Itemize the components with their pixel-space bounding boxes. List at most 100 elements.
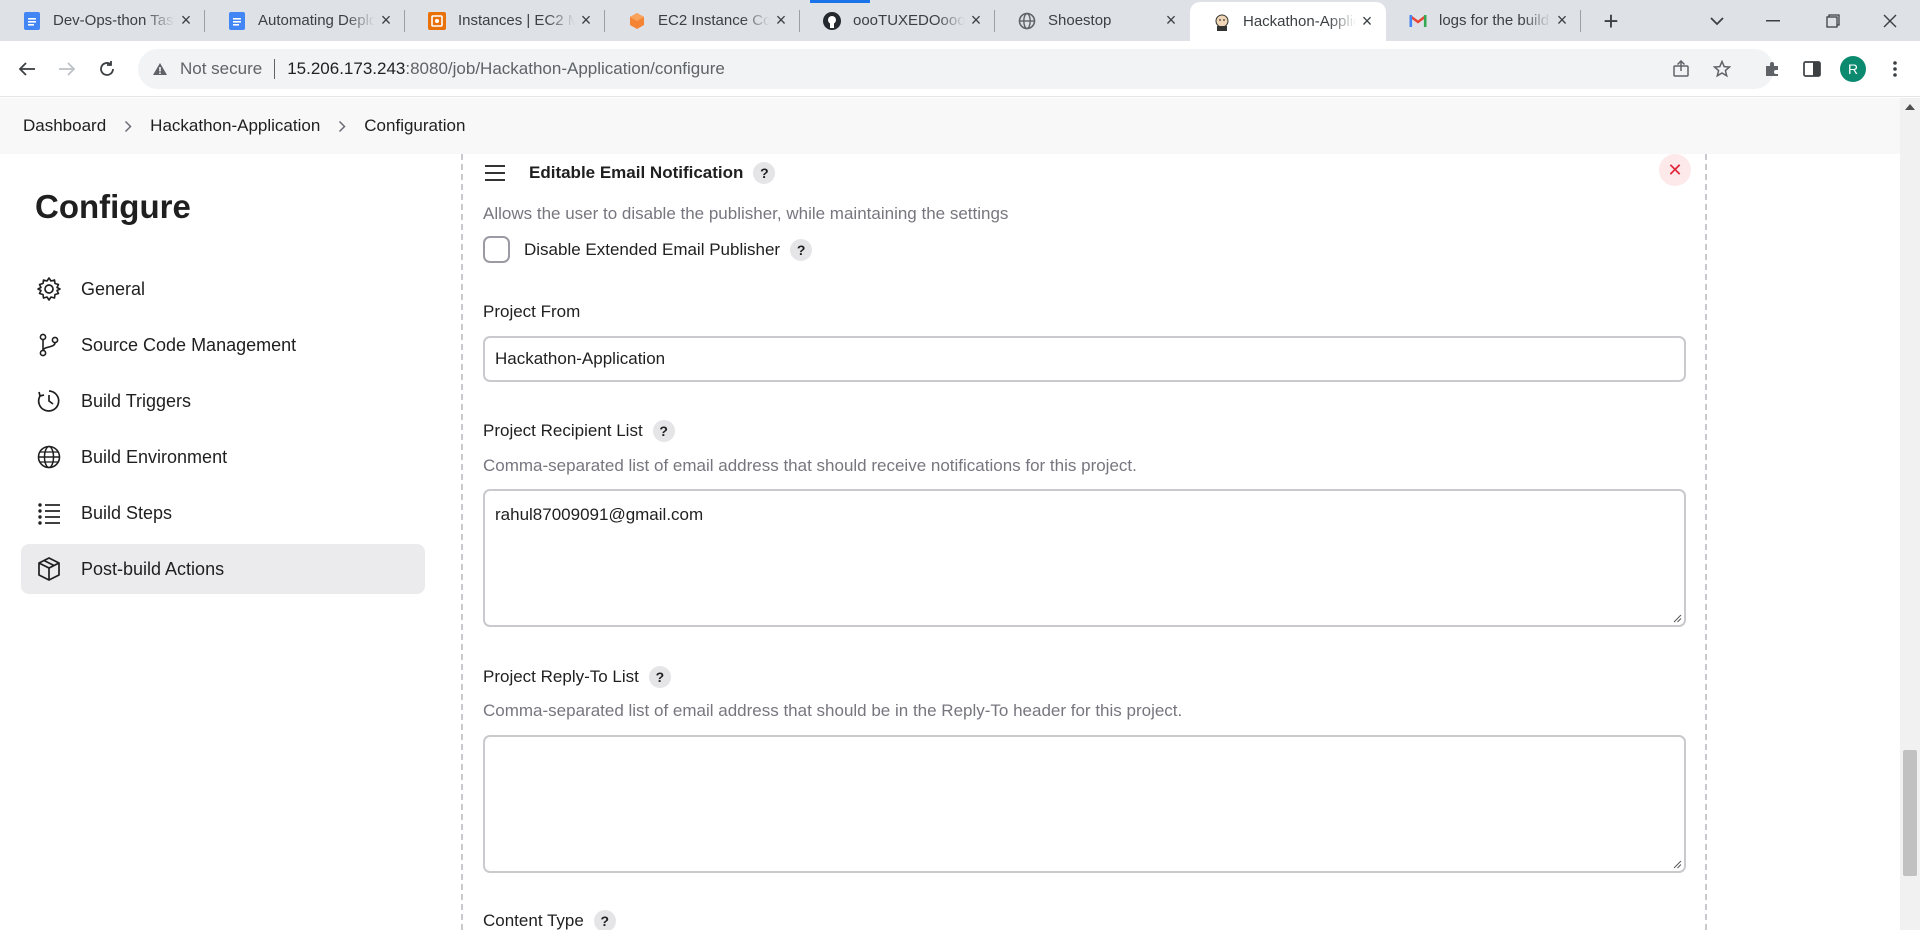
- project-from-input[interactable]: Hackathon-Application: [483, 336, 1686, 382]
- editable-email-notification-section: Editable Email Notification ? ✕ Allows t…: [461, 154, 1707, 930]
- gmail-icon: [1409, 12, 1427, 30]
- sidebar-item-build-steps[interactable]: Build Steps: [21, 488, 425, 538]
- sidebar-item-build-triggers[interactable]: Build Triggers: [21, 376, 425, 426]
- breadcrumb-configuration[interactable]: Configuration: [364, 116, 465, 136]
- globe-icon: [35, 443, 63, 471]
- help-icon[interactable]: ?: [753, 162, 776, 184]
- list-icon: [35, 499, 63, 527]
- breadcrumb-dashboard[interactable]: Dashboard: [23, 116, 106, 136]
- profile-avatar[interactable]: R: [1840, 56, 1866, 82]
- sidebar-item-post-build-actions[interactable]: Post-build Actions: [21, 544, 425, 594]
- browser-menu-icon[interactable]: [1880, 54, 1910, 84]
- disable-publisher-row: Disable Extended Email Publisher ?: [483, 236, 813, 263]
- package-icon: [35, 555, 63, 583]
- page-title: Configure: [35, 188, 191, 225]
- browser-tab-shoestop[interactable]: Shoestop ×: [995, 0, 1190, 41]
- tab-close-icon[interactable]: ×: [770, 10, 792, 32]
- reply-to-textarea[interactable]: [483, 735, 1686, 873]
- tab-close-icon[interactable]: ×: [175, 10, 197, 32]
- browser-tab-gmail[interactable]: logs for the build ×: [1386, 0, 1581, 41]
- scroll-up-arrow-icon[interactable]: [1904, 102, 1916, 112]
- recipient-list-label: Project Recipient List: [483, 421, 643, 440]
- tab-separator: [1580, 10, 1581, 32]
- help-icon[interactable]: ?: [593, 910, 616, 930]
- config-side-nav: General Source Code Management Build Tri…: [21, 264, 425, 600]
- sidebar-item-build-environment[interactable]: Build Environment: [21, 432, 425, 482]
- aws-ec2-icon: [628, 12, 646, 30]
- content-type-label-row: Content Type ?: [483, 910, 616, 930]
- resize-grip-icon[interactable]: [1672, 613, 1682, 623]
- disable-publisher-checkbox[interactable]: [483, 236, 510, 263]
- section-title: Editable Email Notification: [529, 163, 744, 182]
- recipient-list-textarea[interactable]: rahul87009091@gmail.com: [483, 489, 1686, 627]
- url-host: 15.206.173.243: [287, 59, 406, 78]
- warning-triangle-icon[interactable]: [152, 62, 172, 76]
- source-branch-icon: [35, 331, 63, 359]
- bookmark-star-icon[interactable]: [1707, 54, 1737, 84]
- restore-window-icon[interactable]: [1805, 0, 1861, 41]
- sidebar-item-label: Source Code Management: [81, 334, 297, 355]
- sidebar-item-label: Build Triggers: [81, 390, 192, 411]
- security-status-label[interactable]: Not secure: [180, 59, 262, 79]
- tab-close-icon[interactable]: ×: [375, 10, 397, 32]
- browser-tab-automating-deployment[interactable]: Automating Deployment ×: [205, 0, 405, 41]
- share-icon[interactable]: [1666, 54, 1696, 84]
- sidebar-item-general[interactable]: General: [21, 264, 425, 314]
- back-arrow-icon[interactable]: [12, 54, 42, 84]
- new-tab-button[interactable]: +: [1596, 6, 1626, 36]
- content-type-label: Content Type: [483, 911, 584, 930]
- sidebar-item-source-code-management[interactable]: Source Code Management: [21, 320, 425, 370]
- tab-title: logs for the build: [1439, 12, 1550, 29]
- tab-close-icon[interactable]: ×: [1551, 10, 1573, 32]
- section-description: Allows the user to disable the publisher…: [483, 204, 1009, 223]
- tab-title: Instances | EC2 Management: [458, 12, 575, 29]
- clock-icon: [35, 387, 63, 415]
- tab-title: EC2 Instance Connect: [658, 12, 770, 29]
- reply-to-label: Project Reply-To List: [483, 667, 639, 686]
- gear-icon: [35, 275, 63, 303]
- browser-tab-devops-task[interactable]: Dev-Ops-thon Task ×: [0, 0, 205, 41]
- section-header: Editable Email Notification ?: [485, 158, 776, 188]
- delete-section-button[interactable]: ✕: [1659, 154, 1691, 186]
- sidebar-item-label: Build Steps: [81, 502, 173, 523]
- aws-console-icon: [428, 11, 446, 30]
- tab-close-icon[interactable]: ×: [1160, 10, 1182, 32]
- scrollbar-thumb[interactable]: [1903, 750, 1917, 876]
- help-icon[interactable]: ?: [652, 420, 675, 442]
- tab-title: oooTUXEDOooo/Hackathon: [853, 12, 965, 29]
- project-from-label: Project From: [483, 302, 581, 321]
- help-icon[interactable]: ?: [648, 666, 671, 688]
- tab-close-icon[interactable]: ×: [1356, 11, 1378, 33]
- tab-close-icon[interactable]: ×: [965, 10, 987, 32]
- browser-tab-instances-ec2[interactable]: Instances | EC2 Management ×: [405, 0, 605, 41]
- browser-tab-github[interactable]: oooTUXEDOooo/Hackathon ×: [800, 0, 995, 41]
- resize-grip-icon[interactable]: [1672, 859, 1682, 869]
- github-icon: [823, 11, 841, 30]
- extensions-puzzle-icon[interactable]: [1757, 54, 1787, 84]
- reply-to-label-row: Project Reply-To List ?: [483, 666, 671, 688]
- tab-search-chevron-icon[interactable]: [1702, 8, 1732, 34]
- tab-title: Shoestop: [1048, 12, 1112, 29]
- jenkins-icon: [1213, 13, 1231, 31]
- disable-publisher-label[interactable]: Disable Extended Email Publisher: [524, 240, 780, 260]
- tab-close-icon[interactable]: ×: [575, 10, 597, 32]
- browser-tab-hackathon-application[interactable]: Hackathon-Application ×: [1190, 2, 1386, 41]
- close-window-icon[interactable]: [1862, 0, 1918, 41]
- tab-title: Dev-Ops-thon Task: [53, 12, 175, 29]
- reload-icon[interactable]: [92, 54, 122, 84]
- breadcrumb-job[interactable]: Hackathon-Application: [150, 116, 320, 136]
- help-icon[interactable]: ?: [790, 238, 813, 261]
- forward-arrow-icon[interactable]: [52, 54, 82, 84]
- side-panel-icon[interactable]: [1797, 54, 1827, 84]
- drag-handle-icon[interactable]: [485, 165, 505, 181]
- recipient-list-description: Comma-separated list of email address th…: [483, 456, 1137, 475]
- browser-tab-ec2-instance-connect[interactable]: EC2 Instance Connect ×: [605, 0, 800, 41]
- sidebar-item-label: General: [81, 278, 146, 299]
- recipient-list-label-row: Project Recipient List ?: [483, 420, 675, 442]
- sidebar-item-label: Post-build Actions: [81, 558, 225, 579]
- minimize-window-icon[interactable]: [1745, 0, 1801, 41]
- chevron-right-icon: [338, 120, 346, 133]
- address-bar[interactable]: Not secure 15.206.173.243:8080/job/Hacka…: [138, 49, 1774, 89]
- browser-toolbar: Not secure 15.206.173.243:8080/job/Hacka…: [0, 41, 1920, 97]
- chevron-right-icon: [124, 120, 132, 133]
